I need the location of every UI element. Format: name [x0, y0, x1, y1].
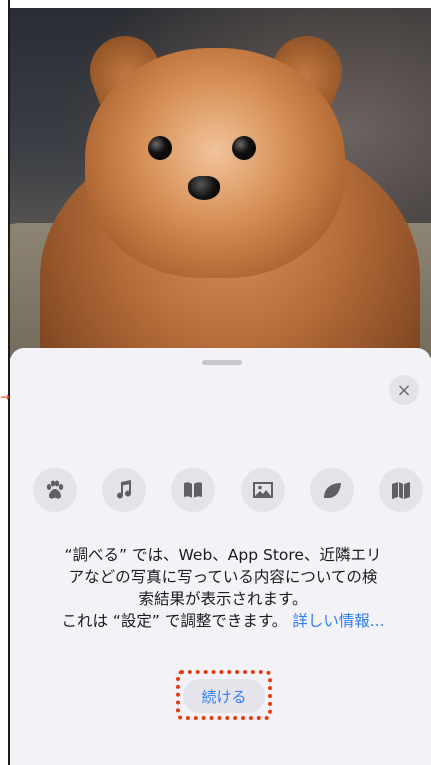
description-line-settings: これは “設定” で調整できます。 詳しい情報... — [28, 610, 418, 632]
annotation-arrow: → — [0, 390, 11, 404]
description-text: “調べる” では、Web、App Store、近隣エリ アなどの写真に写っている… — [28, 544, 418, 632]
leaf-icon — [309, 468, 354, 512]
screen: → × “調べる” では、Web、App Store、近隣エリ アなどの写真に写… — [0, 0, 431, 765]
photo-icon — [240, 468, 285, 512]
dog-eye-right — [232, 136, 256, 160]
more-info-link[interactable]: 詳しい情報... — [292, 612, 384, 630]
description-line: アなどの写真に写っている内容についての検 — [68, 568, 378, 586]
paw-icon — [33, 468, 77, 512]
close-icon: × — [396, 379, 412, 401]
close-button[interactable]: × — [389, 375, 419, 405]
map-icon — [378, 468, 423, 512]
book-icon — [171, 468, 216, 512]
annotation-highlight-box — [176, 670, 272, 720]
dog-nose — [188, 176, 220, 200]
settings-note: これは “設定” で調整できます。 — [61, 612, 288, 630]
music-note-icon — [102, 468, 147, 512]
category-icons-row — [33, 468, 423, 512]
description-line: 索結果が表示されます。 — [138, 590, 308, 608]
description-line: “調べる” では、Web、App Store、近隣エリ — [64, 546, 382, 564]
dog-photo — [10, 8, 431, 358]
dog-head — [85, 48, 345, 278]
left-edge-bar — [0, 0, 10, 765]
sheet-grabber[interactable] — [202, 360, 242, 365]
visual-lookup-sheet: × “調べる” では、Web、App Store、近隣エリ アなどの写真に写って… — [10, 348, 431, 765]
dog-eye-left — [148, 136, 172, 160]
